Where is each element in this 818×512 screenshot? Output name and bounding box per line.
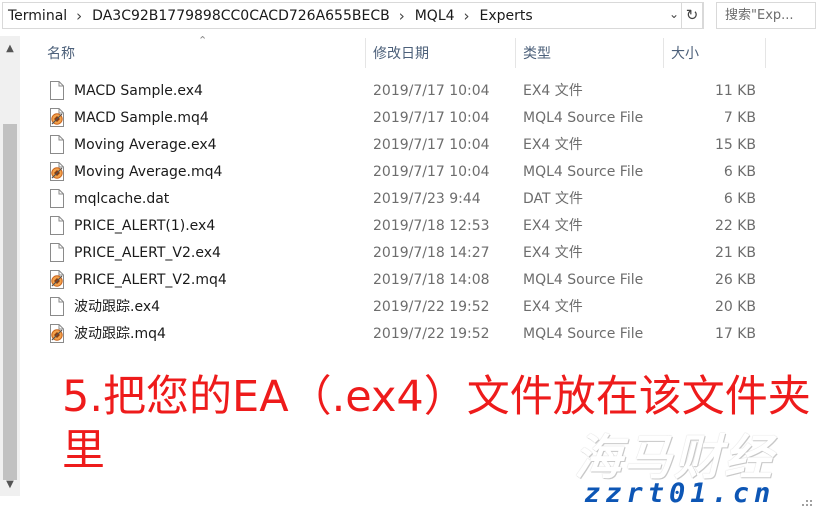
search-placeholder: 搜索"Exp... [725,8,794,23]
resize-grip-icon[interactable] [796,496,814,508]
watermark-url: zzrt01.cn [584,478,776,509]
blank-file-icon [50,135,64,154]
column-divider[interactable] [515,38,516,68]
file-size: 11 KB [714,83,756,99]
breadcrumb-experts[interactable]: Experts [474,8,538,24]
mql4-source-icon [50,108,64,127]
blank-file-icon [50,81,64,100]
file-row[interactable]: MACD Sample.ex4 2019/7/17 10:04 EX4 文件 1… [20,78,818,105]
column-header-date[interactable]: 修改日期 [373,36,429,72]
file-name: mqlcache.dat [74,191,170,207]
file-size: 21 KB [714,245,756,261]
file-date: 2019/7/17 10:04 [373,137,490,153]
column-divider[interactable] [365,38,366,68]
file-row[interactable]: Moving Average.ex4 2019/7/17 10:04 EX4 文… [20,132,818,159]
file-date: 2019/7/17 10:04 [373,110,490,126]
file-size: 6 KB [723,164,756,180]
file-list: MACD Sample.ex4 2019/7/17 10:04 EX4 文件 1… [20,78,818,348]
file-type: EX4 文件 [523,137,583,153]
file-row[interactable]: 波动跟踪.mq4 2019/7/22 19:52 MQL4 Source Fil… [20,321,818,348]
file-name: 波动跟踪.ex4 [74,299,161,315]
breadcrumb-separator-icon[interactable]: › [72,7,86,25]
sort-ascending-icon: ⌃ [198,34,208,47]
file-type: MQL4 Source File [523,110,644,126]
file-date: 2019/7/18 14:27 [373,245,490,261]
column-divider[interactable] [663,38,664,68]
file-type: MQL4 Source File [523,164,644,180]
chevron-down-icon[interactable]: ⌄ [669,7,679,21]
file-name: PRICE_ALERT_V2.mq4 [74,272,227,288]
file-name: Moving Average.ex4 [74,137,217,153]
file-type: DAT 文件 [523,191,584,207]
blank-file-icon [50,243,64,262]
file-row[interactable]: 波动跟踪.ex4 2019/7/22 19:52 EX4 文件 20 KB [20,294,818,321]
file-type: EX4 文件 [523,245,583,261]
file-row[interactable]: Moving Average.mq4 2019/7/17 10:04 MQL4 … [20,159,818,186]
file-date: 2019/7/23 9:44 [373,191,481,207]
blank-file-icon [50,216,64,235]
scrollbar-thumb[interactable] [3,124,17,480]
breadcrumb-mql4[interactable]: MQL4 [409,8,460,24]
file-name: Moving Average.mq4 [74,164,223,180]
file-size: 26 KB [714,272,756,288]
file-size: 22 KB [714,218,756,234]
column-header-name[interactable]: 名称 [47,36,75,72]
column-header-size[interactable]: 大小 [671,36,699,72]
file-name: PRICE_ALERT_V2.ex4 [74,245,221,261]
file-type: MQL4 Source File [523,326,644,342]
file-type: MQL4 Source File [523,272,644,288]
breadcrumb-data-folder[interactable]: DA3C92B1779898CC0CACD726A655BECB [86,8,395,24]
column-header-row: ⌃ 名称 修改日期 类型 大小 [20,34,818,72]
blank-file-icon [50,297,64,316]
file-row[interactable]: PRICE_ALERT(1).ex4 2019/7/18 12:53 EX4 文… [20,213,818,240]
refresh-icon[interactable]: ↻ [681,2,703,29]
file-type: EX4 文件 [523,83,583,99]
breadcrumb[interactable]: Terminal › DA3C92B1779898CC0CACD726A655B… [2,2,704,29]
file-type: EX4 文件 [523,218,583,234]
file-date: 2019/7/18 14:08 [373,272,490,288]
file-date: 2019/7/22 19:52 [373,326,490,342]
breadcrumb-separator-icon[interactable]: › [395,7,409,25]
mql4-source-icon [50,324,64,343]
file-name: MACD Sample.mq4 [74,110,209,126]
column-divider[interactable] [765,38,766,68]
breadcrumb-terminal[interactable]: Terminal [3,8,72,24]
file-date: 2019/7/18 12:53 [373,218,490,234]
vertical-scrollbar[interactable]: ▲ ▼ [0,36,20,496]
file-date: 2019/7/17 10:04 [373,164,490,180]
file-type: EX4 文件 [523,299,583,315]
column-header-type[interactable]: 类型 [523,36,551,72]
file-date: 2019/7/17 10:04 [373,83,490,99]
address-bar: Terminal › DA3C92B1779898CC0CACD726A655B… [0,0,818,32]
file-name: 波动跟踪.mq4 [74,326,166,342]
scroll-down-icon[interactable]: ▼ [0,476,20,494]
file-row[interactable]: MACD Sample.mq4 2019/7/17 10:04 MQL4 Sou… [20,105,818,132]
search-input[interactable]: 搜索"Exp... [716,2,816,29]
file-size: 6 KB [723,191,756,207]
file-size: 17 KB [714,326,756,342]
file-name: PRICE_ALERT(1).ex4 [74,218,216,234]
blank-file-icon [50,189,64,208]
file-row[interactable]: mqlcache.dat 2019/7/23 9:44 DAT 文件 6 KB [20,186,818,213]
mql4-source-icon [50,162,64,181]
file-size: 20 KB [714,299,756,315]
file-date: 2019/7/22 19:52 [373,299,490,315]
file-row[interactable]: PRICE_ALERT_V2.mq4 2019/7/18 14:08 MQL4 … [20,267,818,294]
file-name: MACD Sample.ex4 [74,83,203,99]
scroll-up-icon[interactable]: ▲ [0,40,20,58]
file-row[interactable]: PRICE_ALERT_V2.ex4 2019/7/18 14:27 EX4 文… [20,240,818,267]
mql4-source-icon [50,270,64,289]
file-size: 15 KB [714,137,756,153]
breadcrumb-separator-icon[interactable]: › [460,7,474,25]
file-size: 7 KB [723,110,756,126]
